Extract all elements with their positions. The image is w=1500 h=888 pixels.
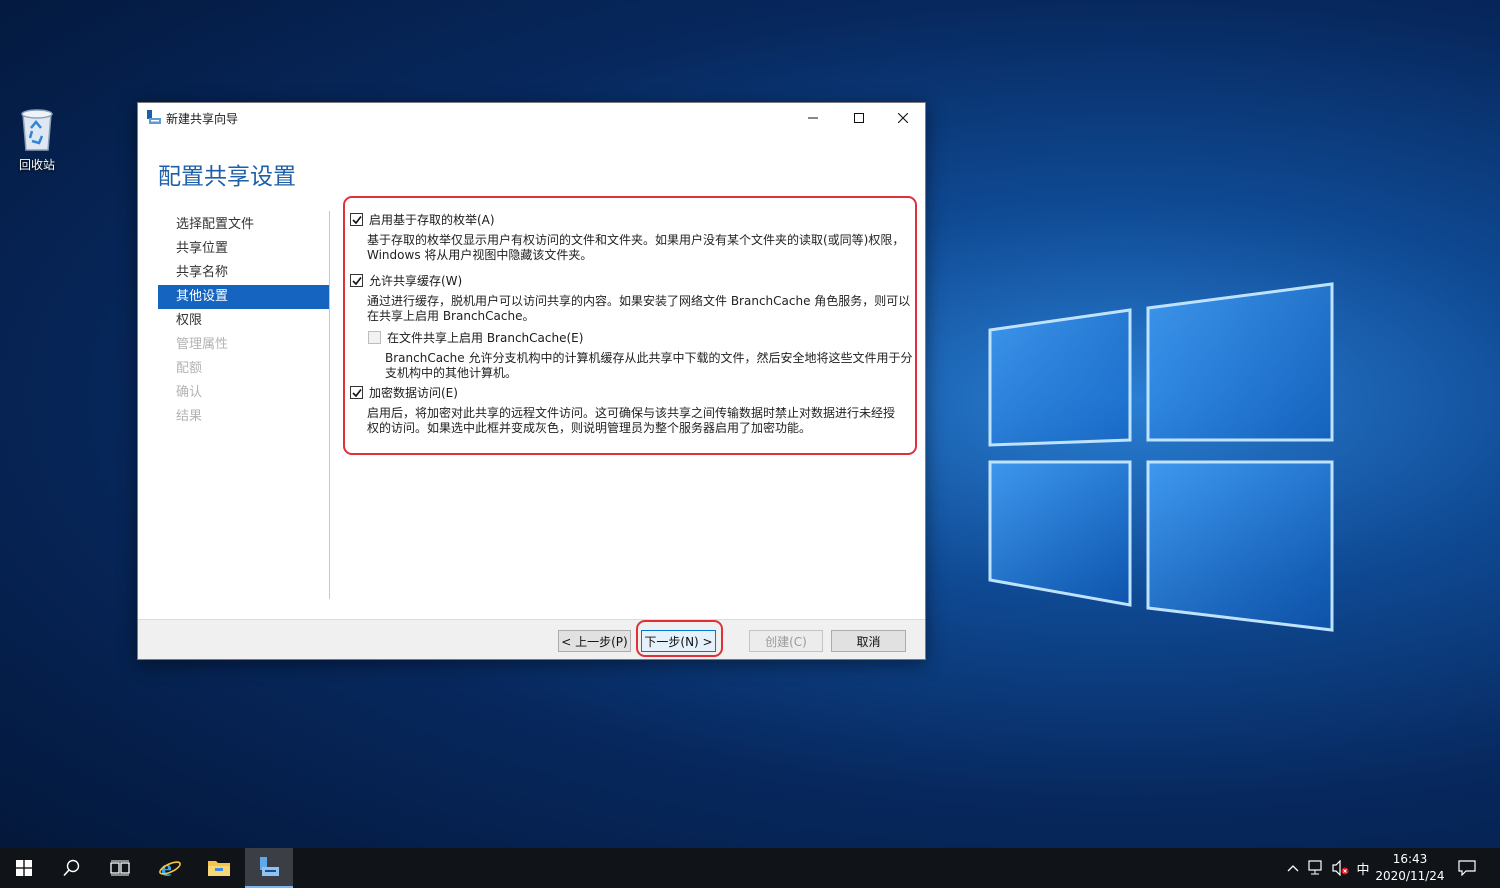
maximize-button[interactable]	[836, 103, 882, 133]
taskbar: e 中 16:43 2020/11/24	[0, 848, 1500, 888]
taskbar-ie[interactable]: e	[146, 848, 194, 888]
network-icon	[1308, 860, 1322, 875]
task-view-icon	[110, 860, 130, 876]
show-hidden-icons-button[interactable]	[1283, 848, 1303, 888]
nav-item-quota: 配额	[176, 361, 203, 376]
options-highlight-annotation	[343, 196, 917, 455]
nav-item-share-name[interactable]: 共享名称	[158, 261, 329, 285]
server-manager-icon	[147, 110, 161, 124]
search-button[interactable]	[48, 848, 96, 888]
window-title: 新建共享向导	[166, 112, 239, 126]
clock-time: 16:43	[1392, 852, 1428, 866]
volume-tray-button[interactable]	[1329, 848, 1351, 888]
close-button[interactable]	[880, 103, 926, 133]
network-tray-button[interactable]	[1305, 848, 1327, 888]
taskbar-file-explorer[interactable]	[195, 848, 243, 888]
nav-item-select-profile[interactable]: 选择配置文件	[158, 213, 329, 237]
nav-item-other-settings[interactable]: 其他设置	[158, 285, 329, 309]
previous-button[interactable]: < 上一步(P)	[558, 630, 631, 652]
recycle-bin-icon	[21, 109, 53, 151]
search-icon	[63, 859, 80, 877]
nav-divider	[329, 211, 330, 599]
windows-start-icon	[16, 860, 32, 876]
action-center-button[interactable]	[1455, 848, 1479, 888]
nav-item-confirmation: 确认	[176, 385, 203, 400]
taskbar-server-manager[interactable]	[245, 848, 293, 888]
create-button: 创建(C)	[749, 630, 823, 652]
new-share-wizard-dialog: 新建共享向导 配置共享设置 选择配置文件 共享位置 共享名称 其他设置 权限 管…	[137, 102, 926, 660]
cancel-button[interactable]: 取消	[831, 630, 906, 652]
start-button[interactable]	[0, 848, 48, 888]
folder-icon	[208, 861, 230, 876]
task-view-button[interactable]	[96, 848, 144, 888]
minimize-icon	[808, 117, 818, 119]
internet-explorer-icon: e	[159, 856, 181, 880]
chevron-up-icon	[1287, 865, 1299, 872]
volume-muted-icon	[1332, 860, 1349, 876]
page-title: 配置共享设置	[158, 164, 296, 190]
nav-item-management-properties: 管理属性	[176, 337, 229, 352]
close-icon	[898, 113, 908, 123]
next-button-highlight-annotation	[636, 620, 723, 657]
nav-item-share-location[interactable]: 共享位置	[158, 237, 329, 261]
recycle-bin-label: 回收站	[18, 158, 55, 172]
nav-item-permissions[interactable]: 权限	[158, 309, 329, 333]
notification-icon	[1458, 860, 1476, 876]
wizard-steps-nav: 选择配置文件 共享位置 共享名称 其他设置 权限 管理属性 配额 确认 结果	[158, 213, 329, 429]
title-bar[interactable]: 新建共享向导	[138, 103, 925, 133]
system-clock[interactable]: 16:43 2020/11/24	[1368, 851, 1452, 885]
nav-item-results: 结果	[176, 409, 203, 424]
clock-date: 2020/11/24	[1375, 869, 1445, 883]
wizard-footer: < 上一步(P) 下一步(N) > 创建(C) 取消	[138, 619, 925, 659]
server-manager-icon	[260, 857, 279, 876]
maximize-icon	[854, 113, 864, 123]
minimize-button[interactable]	[790, 103, 836, 133]
windows-logo-wallpaper	[988, 282, 1334, 632]
recycle-bin[interactable]: 回收站	[10, 106, 64, 173]
